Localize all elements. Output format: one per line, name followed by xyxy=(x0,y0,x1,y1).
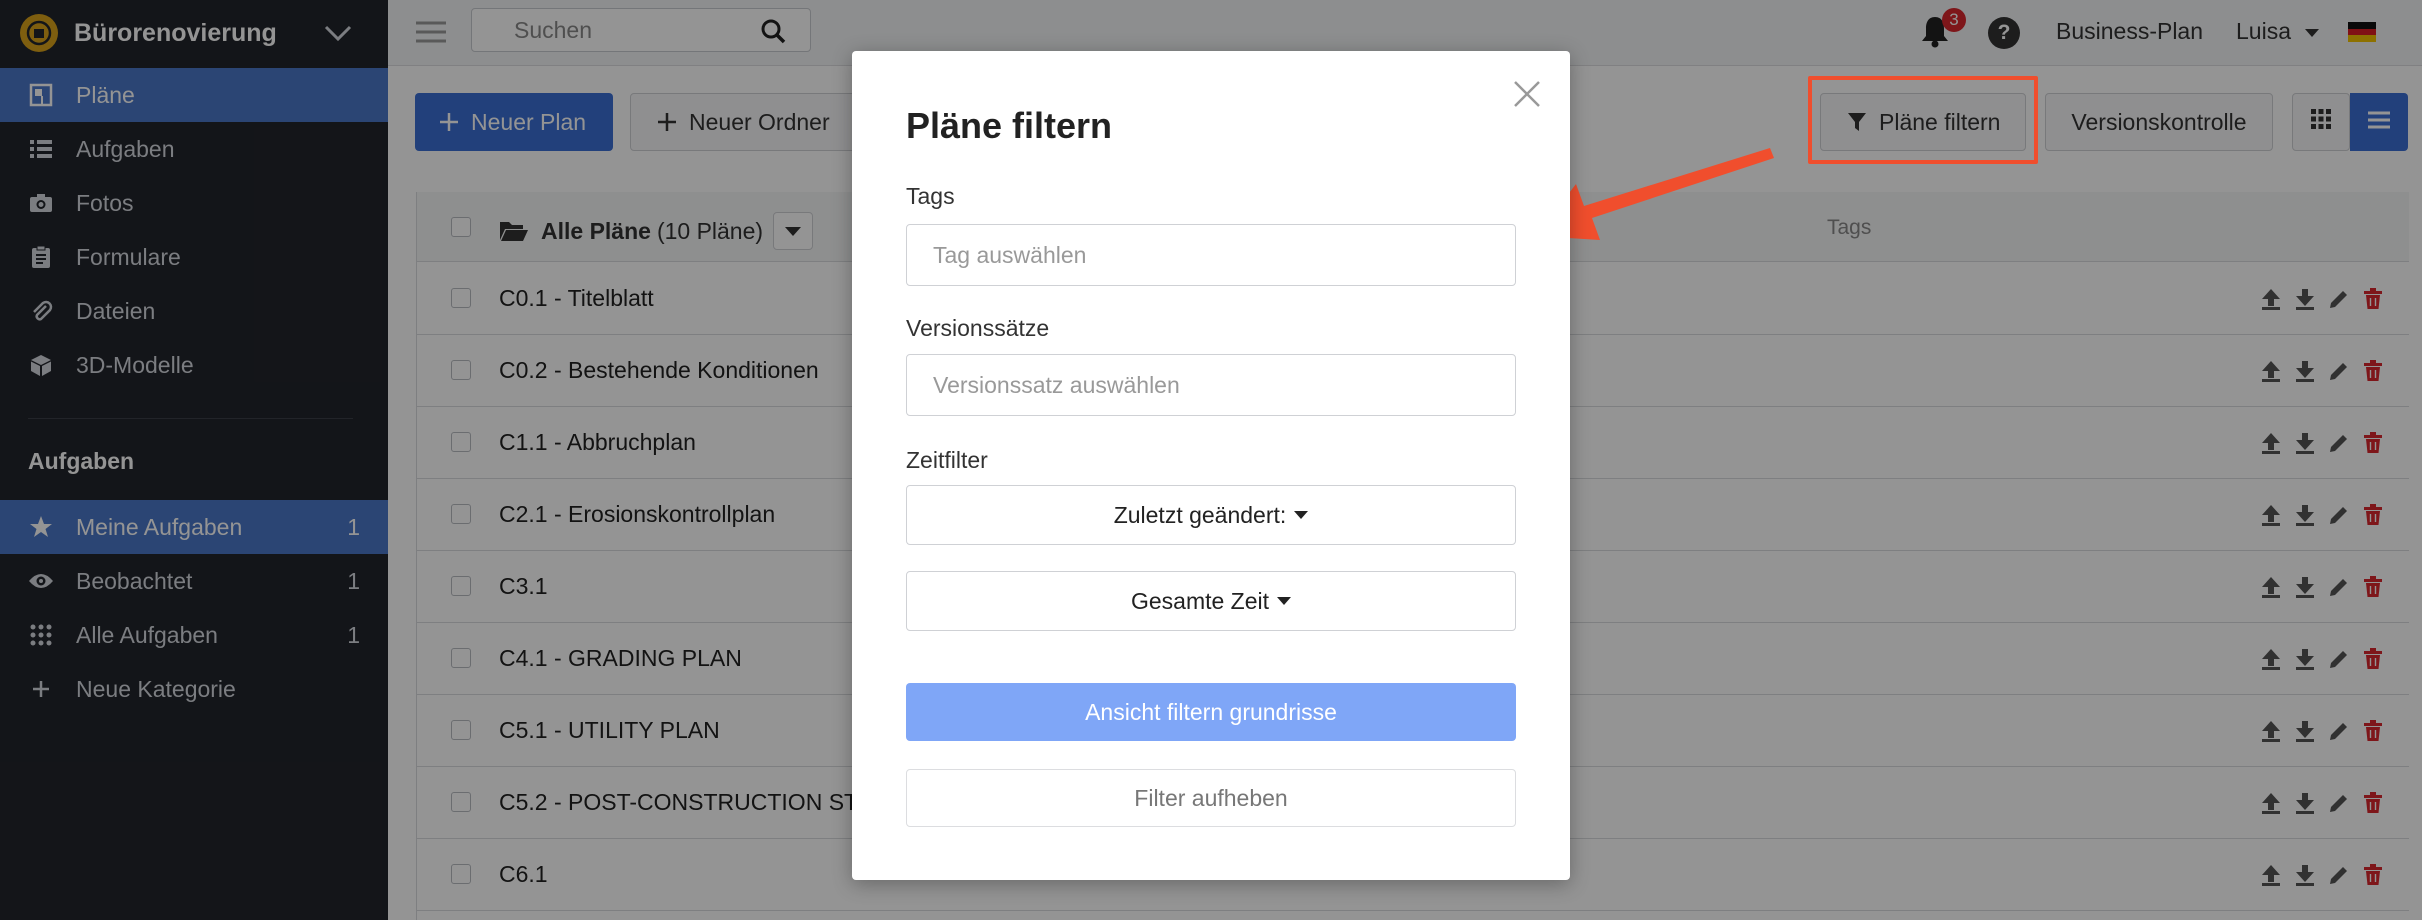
version-sets-label: Versionssätze xyxy=(906,315,1050,341)
close-icon[interactable] xyxy=(1512,79,1542,109)
tags-select[interactable]: Tag auswählen xyxy=(906,224,1516,286)
caret-down-icon xyxy=(1294,511,1309,519)
time-field-dropdown[interactable]: Zuletzt geändert: xyxy=(906,485,1516,545)
time-range-dropdown[interactable]: Gesamte Zeit xyxy=(906,571,1516,631)
time-filter-label: Zeitfilter xyxy=(906,447,988,473)
clear-filter-button[interactable]: Filter aufheben xyxy=(906,769,1516,827)
dialog-title: Pläne filtern xyxy=(906,105,1113,146)
filter-plans-dialog: Pläne filtern Tags Tag auswählen Version… xyxy=(852,51,1570,880)
version-sets-select[interactable]: Versionssatz auswählen xyxy=(906,354,1516,416)
tags-label: Tags xyxy=(906,183,955,209)
filter-button-highlight xyxy=(1808,76,2038,164)
apply-filter-button[interactable]: Ansicht filtern grundrisse xyxy=(906,683,1516,741)
caret-down-icon xyxy=(1277,597,1292,605)
